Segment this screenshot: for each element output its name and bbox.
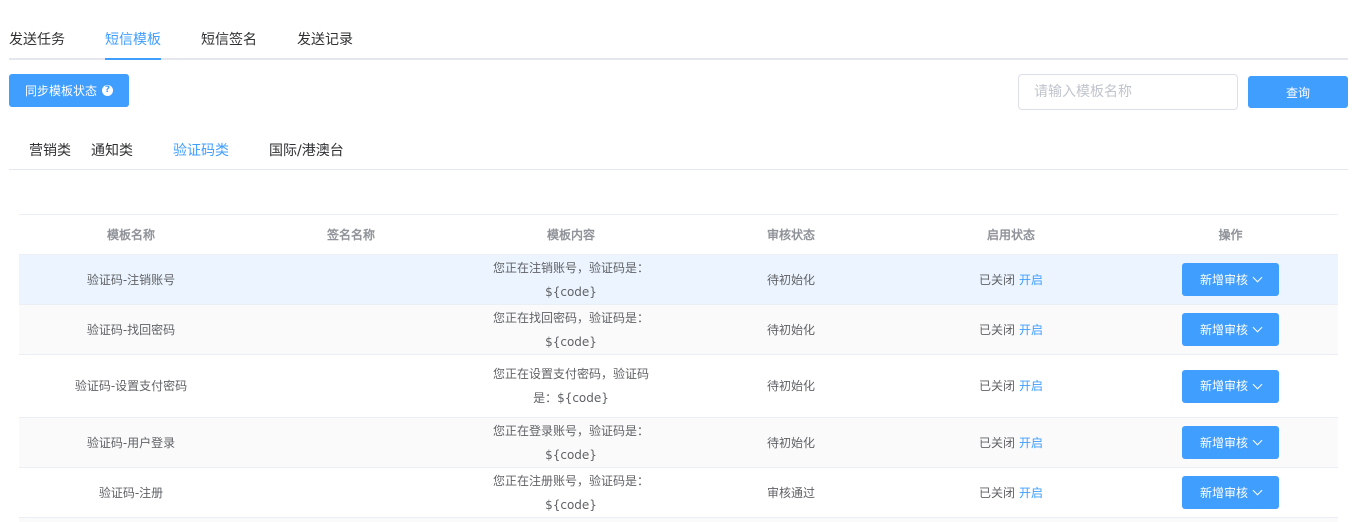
template-name: 验证码-用户登录 bbox=[86, 435, 176, 450]
audit-status: 审核通过 bbox=[766, 485, 815, 500]
actions-cell: 新增审核 bbox=[1123, 426, 1338, 459]
sync-template-status-button[interactable]: 同步模板状态 ? bbox=[9, 74, 129, 107]
tab-verification-code[interactable]: 验证码类 bbox=[173, 141, 229, 161]
help-icon[interactable]: ? bbox=[102, 85, 113, 96]
table-row[interactable]: 验证码-设置支付密码 您正在设置支付密码，验证码是：${code} 待初始化 已… bbox=[19, 355, 1338, 418]
column-header: 审核状态 bbox=[766, 227, 815, 242]
template-content: 您正在注册账号，验证码是：${code} bbox=[493, 473, 650, 512]
chevron-down-icon bbox=[1252, 272, 1263, 283]
add-audit-label: 新增审核 bbox=[1199, 272, 1248, 287]
template-content: 您正在设置支付密码，验证码是：${code} bbox=[493, 367, 650, 405]
template-name: 验证码-设置支付密码 bbox=[74, 379, 188, 393]
add-audit-dropdown-button[interactable]: 新增审核 bbox=[1182, 263, 1279, 296]
actions-cell: 新增审核 bbox=[1123, 313, 1338, 346]
enable-link[interactable]: 开启 bbox=[1019, 486, 1043, 500]
template-content: 您正在登录账号，验证码是：${code} bbox=[493, 423, 650, 462]
chevron-down-icon bbox=[1252, 322, 1263, 333]
tab-sms-templates[interactable]: 短信模板 bbox=[105, 30, 161, 50]
column-header: 模板内容 bbox=[546, 227, 595, 242]
tab-international[interactable]: 国际/港澳台 bbox=[269, 141, 344, 161]
actions-cell: 新增审核 bbox=[1123, 369, 1338, 403]
column-header: 操作 bbox=[1218, 227, 1243, 242]
enable-link[interactable]: 开启 bbox=[1019, 323, 1043, 337]
column-header: 签名名称 bbox=[326, 227, 375, 242]
add-audit-dropdown-button[interactable]: 新增审核 bbox=[1182, 476, 1279, 509]
enable-status: 已关闭 开启 bbox=[899, 374, 1123, 398]
table-row[interactable]: 验证码-用户登录 您正在登录账号，验证码是：${code} 待初始化 已关闭 开启… bbox=[19, 418, 1338, 468]
add-audit-dropdown-button[interactable]: 新增审核 bbox=[1182, 313, 1279, 346]
enable-status-text: 已关闭 bbox=[978, 435, 1015, 450]
enable-status: 已关闭 开启 bbox=[899, 268, 1123, 292]
template-table: 模板名称 签名名称 模板内容 审核状态 启用状态 操作 验证码-注销账号 您正在… bbox=[19, 214, 1338, 522]
table-header: 模板名称 签名名称 模板内容 审核状态 启用状态 操作 bbox=[19, 215, 1338, 255]
template-content: 您正在注销账号，验证码是：${code} bbox=[493, 260, 650, 299]
template-name: 验证码-注销账号 bbox=[86, 272, 176, 287]
audit-status: 待初始化 bbox=[766, 322, 815, 337]
enable-status-text: 已关闭 bbox=[978, 322, 1015, 337]
table-row[interactable]: 验证码-找回密码 您正在找回密码，验证码是：${code} 待初始化 已关闭 开启… bbox=[19, 305, 1338, 355]
add-audit-dropdown-button[interactable]: 新增审核 bbox=[1182, 369, 1279, 403]
template-name: 验证码-注册 bbox=[98, 485, 164, 500]
enable-status-text: 已关闭 bbox=[978, 272, 1015, 287]
tab-sms-signatures[interactable]: 短信签名 bbox=[201, 30, 257, 50]
actions-cell: 新增审核 bbox=[1123, 263, 1338, 296]
table-row-partial bbox=[19, 518, 1338, 522]
tab-send-tasks[interactable]: 发送任务 bbox=[9, 30, 65, 50]
template-content: 您正在找回密码，验证码是：${code} bbox=[493, 310, 650, 349]
tab-send-records[interactable]: 发送记录 bbox=[297, 30, 353, 50]
column-header: 启用状态 bbox=[986, 227, 1035, 242]
chevron-down-icon bbox=[1252, 379, 1263, 389]
add-audit-label: 新增审核 bbox=[1199, 379, 1248, 393]
query-button[interactable]: 查询 bbox=[1248, 76, 1348, 108]
audit-status: 待初始化 bbox=[766, 379, 815, 393]
enable-status: 已关闭 开启 bbox=[899, 431, 1123, 455]
chevron-down-icon bbox=[1252, 485, 1263, 496]
enable-link[interactable]: 开启 bbox=[1019, 379, 1043, 393]
template-name-search-input[interactable] bbox=[1018, 74, 1238, 110]
enable-status-text: 已关闭 bbox=[978, 379, 1015, 393]
add-audit-dropdown-button[interactable]: 新增审核 bbox=[1182, 426, 1279, 459]
add-audit-label: 新增审核 bbox=[1199, 322, 1248, 337]
enable-status: 已关闭 开启 bbox=[899, 318, 1123, 342]
add-audit-label: 新增审核 bbox=[1199, 435, 1248, 450]
tab-notification[interactable]: 通知类 bbox=[91, 141, 133, 161]
active-tab-indicator bbox=[105, 58, 161, 60]
top-tabs: 发送任务 短信模板 短信签名 发送记录 bbox=[9, 0, 1348, 60]
audit-status: 待初始化 bbox=[766, 272, 815, 287]
chevron-down-icon bbox=[1252, 435, 1263, 446]
table-row[interactable]: 验证码-注册 您正在注册账号，验证码是：${code} 审核通过 已关闭 开启 新… bbox=[19, 468, 1338, 518]
column-header: 模板名称 bbox=[106, 227, 155, 242]
enable-link[interactable]: 开启 bbox=[1019, 436, 1043, 450]
template-name: 验证码-找回密码 bbox=[86, 322, 176, 337]
category-tabs: 营销类 通知类 验证码类 国际/港澳台 bbox=[9, 120, 1348, 170]
actions-cell: 新增审核 bbox=[1123, 476, 1338, 509]
table-row[interactable]: 验证码-注销账号 您正在注销账号，验证码是：${code} 待初始化 已关闭 开启… bbox=[19, 255, 1338, 305]
enable-status-text: 已关闭 bbox=[978, 485, 1015, 500]
enable-link[interactable]: 开启 bbox=[1019, 273, 1043, 287]
tab-marketing[interactable]: 营销类 bbox=[29, 141, 71, 161]
sync-button-label: 同步模板状态 bbox=[24, 84, 97, 98]
audit-status: 待初始化 bbox=[766, 435, 815, 450]
add-audit-label: 新增审核 bbox=[1199, 485, 1248, 500]
enable-status: 已关闭 开启 bbox=[899, 481, 1123, 505]
